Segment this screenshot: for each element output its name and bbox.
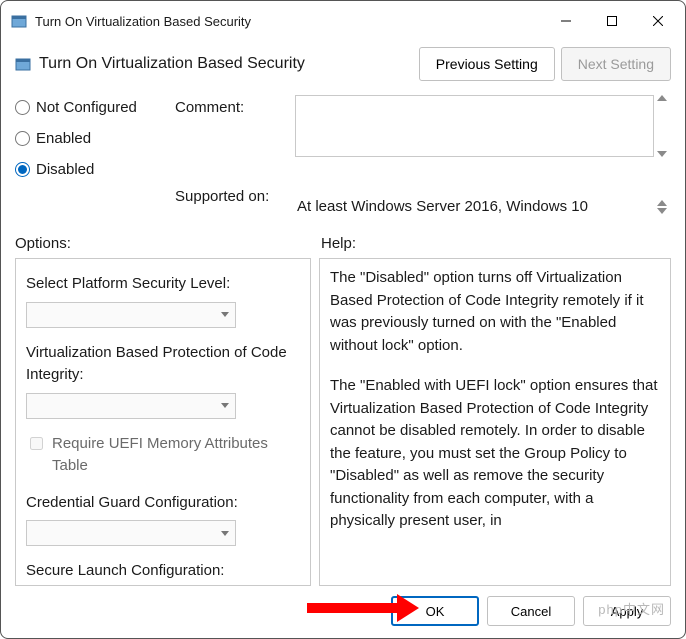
- supported-label: Supported on:: [175, 184, 295, 205]
- previous-setting-button[interactable]: Previous Setting: [419, 47, 555, 81]
- radio-disabled-input[interactable]: [15, 162, 30, 177]
- help-heading: Help:: [311, 235, 671, 252]
- help-text-1: The "Disabled" option turns off Virtuali…: [330, 267, 660, 357]
- opt-require-uefi-checkbox[interactable]: [30, 437, 43, 450]
- radio-not-configured-input[interactable]: [15, 100, 30, 115]
- apply-button[interactable]: Apply: [583, 596, 671, 626]
- comment-scroll[interactable]: [654, 95, 671, 157]
- titlebar: Turn On Virtualization Based Security: [1, 1, 685, 41]
- policy-icon: [11, 13, 27, 29]
- next-setting-button[interactable]: Next Setting: [561, 47, 671, 81]
- cancel-button[interactable]: Cancel: [487, 596, 575, 626]
- supported-value: At least Windows Server 2016, Windows 10: [295, 194, 653, 219]
- policy-name: Turn On Virtualization Based Security: [39, 55, 413, 73]
- policy-icon: [15, 56, 31, 72]
- opt-credential-guard-select[interactable]: [26, 520, 236, 546]
- opt-require-uefi[interactable]: Require UEFI Memory Attributes Table: [26, 433, 300, 478]
- footer: OK Cancel Apply: [1, 586, 685, 638]
- opt-platform-level-label: Select Platform Security Level:: [26, 273, 300, 296]
- radio-not-configured[interactable]: Not Configured: [15, 99, 175, 116]
- help-pane[interactable]: The "Disabled" option turns off Virtuali…: [319, 258, 671, 586]
- chevron-down-icon: [221, 531, 229, 536]
- opt-vbp-integrity-select[interactable]: [26, 393, 236, 419]
- radio-enabled-input[interactable]: [15, 131, 30, 146]
- supported-scroll[interactable]: [653, 200, 671, 214]
- policy-dialog: Turn On Virtualization Based Security Tu…: [0, 0, 686, 639]
- minimize-button[interactable]: [543, 5, 589, 37]
- opt-vbp-integrity-label: Virtualization Based Protection of Code …: [26, 342, 300, 387]
- maximize-button[interactable]: [589, 5, 635, 37]
- options-pane[interactable]: Select Platform Security Level: Virtuali…: [15, 258, 311, 586]
- config-grid: Not Configured Enabled Disabled Comment:…: [1, 95, 685, 219]
- help-text-2: The "Enabled with UEFI lock" option ensu…: [330, 375, 660, 533]
- close-button[interactable]: [635, 5, 681, 37]
- options-heading: Options:: [15, 235, 311, 252]
- chevron-down-icon: [221, 312, 229, 317]
- opt-credential-guard-label: Credential Guard Configuration:: [26, 492, 300, 515]
- header-row: Turn On Virtualization Based Security Pr…: [1, 41, 685, 95]
- window-title: Turn On Virtualization Based Security: [35, 14, 543, 29]
- radio-enabled[interactable]: Enabled: [15, 130, 175, 147]
- chevron-down-icon: [221, 403, 229, 408]
- panes-header: Options: Help:: [1, 219, 685, 258]
- opt-platform-level-select[interactable]: [26, 302, 236, 328]
- comment-input[interactable]: [295, 95, 654, 157]
- opt-secure-launch-label: Secure Launch Configuration:: [26, 560, 300, 583]
- radio-disabled[interactable]: Disabled: [15, 161, 175, 178]
- ok-button[interactable]: OK: [391, 596, 479, 626]
- comment-label: Comment:: [175, 95, 295, 116]
- panes: Select Platform Security Level: Virtuali…: [1, 258, 685, 586]
